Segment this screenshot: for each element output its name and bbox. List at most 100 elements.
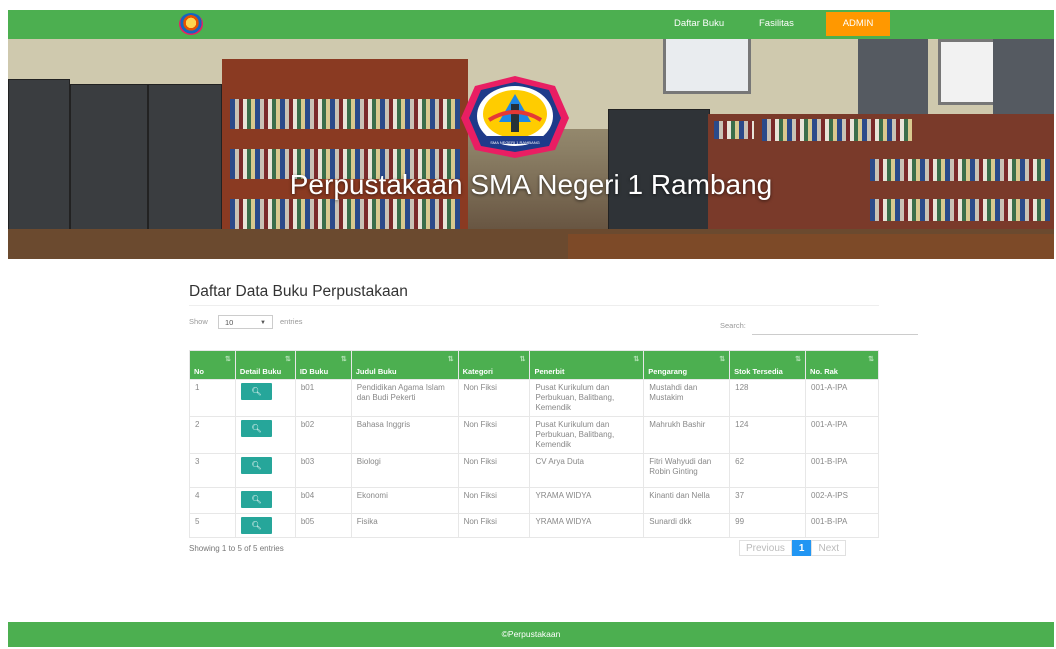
hero-cabinet [8,79,70,251]
header-id-buku[interactable]: ⇅ ID Buku [294,350,352,380]
hero-cabinet [70,84,148,246]
nav-daftar-buku[interactable]: Daftar Buku [674,10,724,39]
cell-penerbit: Pusat Kurikulum dan Perbukuan, Balitbang… [529,416,645,454]
sort-icon: ⇅ [225,356,231,363]
sort-icon: ⇅ [795,356,802,363]
cell-detail: 🔍︎ [234,513,296,538]
hero-books [230,99,460,129]
cell-id: b05 [294,513,352,538]
hero-banner: SMA NEGERI 1 RAMBANG Perpustakaan SMA Ne… [8,39,1054,259]
detail-button[interactable]: 🔍︎ [240,420,272,437]
cell-id: b02 [294,416,352,454]
title-divider [189,305,879,306]
cell-id: b04 [294,487,352,514]
cell-pengarang: Mustahdi dan Mustakim [643,379,731,417]
header-penerbit[interactable]: ⇅ Penerbit [529,350,645,380]
cell-detail: 🔍︎ [234,416,296,454]
search-input[interactable] [752,318,918,335]
cell-kategori: Non Fiksi [457,453,531,488]
table-row: 1 🔍︎ b01 Pendidikan Agama Islam dan Budi… [189,379,879,417]
books-table: ⇅ No ⇅ Detail Buku ⇅ ID Buku ⇅ Judul Buku ⇅ K… [189,350,879,538]
header-judul-buku[interactable]: ⇅ Judul Buku [350,350,459,380]
pagination: Previous 1 Next [739,540,847,556]
search-icon: 🔍︎ [251,495,262,504]
previous-button[interactable]: Previous [739,540,792,556]
cell-judul: Fisika [350,513,459,538]
header-kategori[interactable]: ⇅ Kategori [457,350,531,380]
cell-penerbit: CV Arya Duta [529,453,645,488]
cell-id: b01 [294,379,352,417]
cell-judul: Biologi [350,453,459,488]
cell-rak: 001-A-IPA [805,379,879,417]
cell-no: 3 [189,453,236,488]
hero-table [568,234,1054,259]
cell-stok: 62 [729,453,807,488]
cell-pengarang: Kinanti dan Nella [643,487,731,514]
sort-icon: ⇅ [868,356,874,363]
cell-detail: 🔍︎ [234,453,296,488]
footer: ©Perpustakaan [8,622,1054,647]
header-stok-tersedia[interactable]: ⇅ Stok Tersedia [729,350,807,380]
cell-no: 1 [189,379,236,417]
chevron-down-icon: ▼ [260,320,266,326]
entries-select[interactable]: 10 ▼ [218,315,273,329]
search-label: Search: [720,321,746,330]
detail-button[interactable]: 🔍︎ [240,383,272,400]
detail-button[interactable]: 🔍︎ [240,517,272,534]
cell-judul: Bahasa Inggris [350,416,459,454]
cell-no: 4 [189,487,236,514]
cell-penerbit: YRAMA WIDYA [529,513,645,538]
cell-rak: 002-A-IPS [805,487,879,514]
admin-button[interactable]: ADMIN [826,12,890,36]
cell-pengarang: Mahrukh Bashir [643,416,731,454]
cell-stok: 128 [729,379,807,417]
hero-books [714,121,754,139]
header-detail-buku[interactable]: ⇅ Detail Buku [234,350,296,380]
hero-books [762,119,912,141]
next-button[interactable]: Next [811,540,847,556]
cell-stok: 124 [729,416,807,454]
search-icon: 🔍︎ [251,461,262,470]
table-header-row: ⇅ No ⇅ Detail Buku ⇅ ID Buku ⇅ Judul Buku ⇅ K… [189,350,879,380]
search-icon: 🔍︎ [251,521,262,530]
header-no[interactable]: ⇅ No [189,350,236,380]
cell-stok: 99 [729,513,807,538]
footer-text: ©Perpustakaan [501,629,561,639]
hero-cabinet [148,84,222,246]
cell-kategori: Non Fiksi [457,513,531,538]
header-pengarang[interactable]: ⇅ Pengarang [643,350,731,380]
hero-title: Perpustakaan SMA Negeri 1 Rambang [289,169,773,200]
sort-icon: ⇅ [519,356,526,363]
table-row: 3 🔍︎ b03 Biologi Non Fiksi CV Arya Duta … [189,453,879,488]
sort-icon: ⇅ [633,356,640,363]
cell-rak: 001-B-IPA [805,453,879,488]
show-label: Show [189,317,208,326]
top-navbar: Daftar Buku Fasilitas ADMIN [8,10,1054,39]
sort-icon: ⇅ [447,356,454,363]
entries-label: entries [280,317,303,326]
school-emblem-icon [461,76,569,158]
table-row: 5 🔍︎ b05 Fisika Non Fiksi YRAMA WIDYA Su… [189,513,879,538]
school-logo-icon[interactable] [179,13,203,35]
cell-judul: Pendidikan Agama Islam dan Budi Pekerti [350,379,459,417]
sort-icon: ⇅ [340,356,347,363]
detail-button[interactable]: 🔍︎ [240,457,272,474]
search-icon: 🔍︎ [251,387,262,396]
nav-fasilitas[interactable]: Fasilitas [759,10,794,39]
table-row: 4 🔍︎ b04 Ekonomi Non Fiksi YRAMA WIDYA K… [189,487,879,514]
table-info: Showing 1 to 5 of 5 entries [189,544,284,553]
cell-pengarang: Sunardi dkk [643,513,731,538]
sort-icon: ⇅ [284,356,291,363]
cell-kategori: Non Fiksi [457,379,531,417]
cell-no: 5 [189,513,236,538]
cell-kategori: Non Fiksi [457,487,531,514]
entries-value: 10 [225,318,234,327]
detail-button[interactable]: 🔍︎ [240,491,272,508]
header-no-rak[interactable]: ⇅ No. Rak [805,350,879,380]
hero-books [230,199,460,229]
cell-detail: 🔍︎ [234,487,296,514]
cell-pengarang: Fitri Wahyudi dan Robin Ginting [643,453,731,488]
cell-kategori: Non Fiksi [457,416,531,454]
search-icon: 🔍︎ [251,424,262,433]
page-1-button[interactable]: 1 [791,540,812,556]
